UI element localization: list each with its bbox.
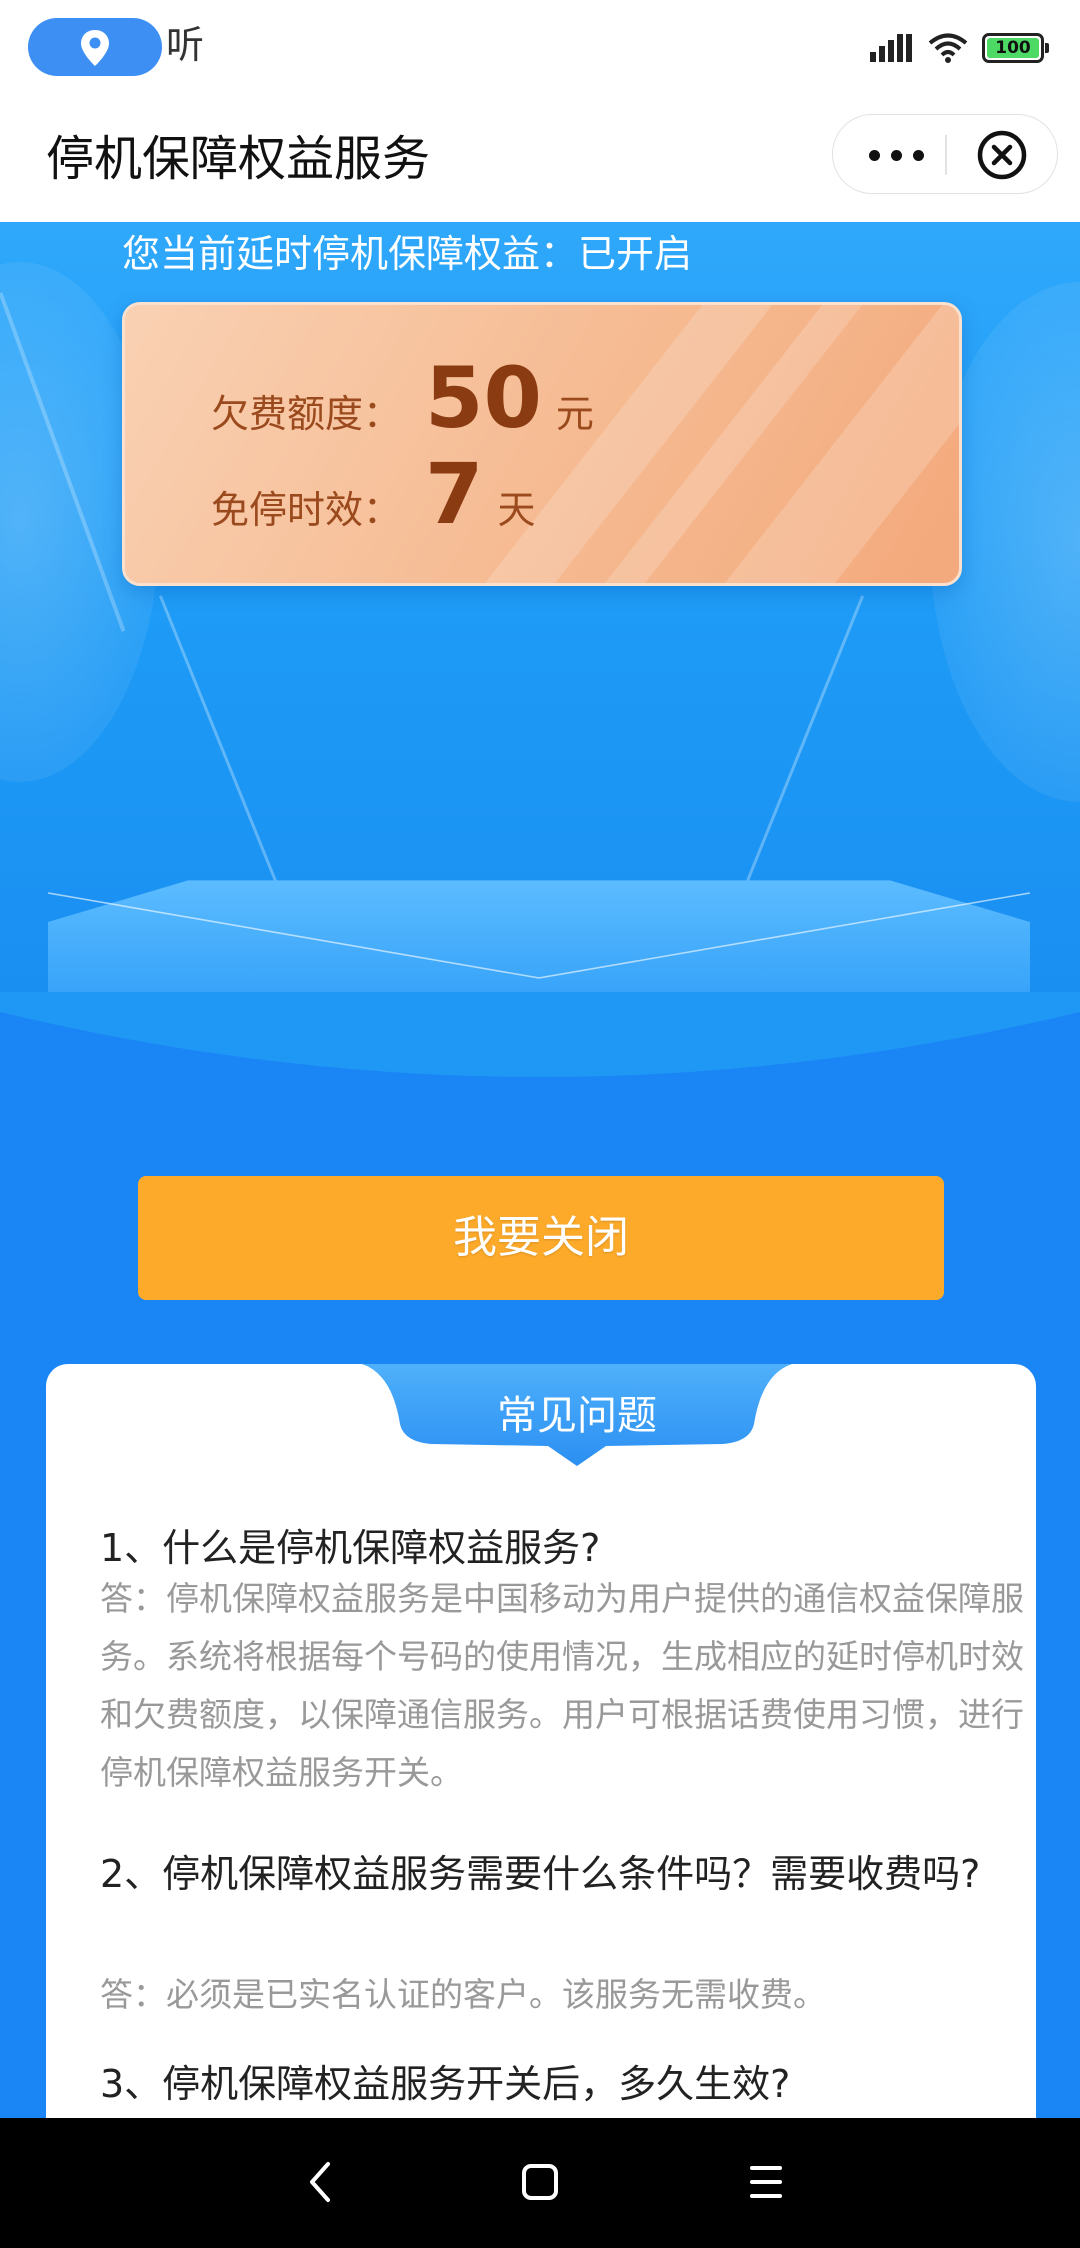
close-service-button[interactable]: 我要关闭 [138,1176,944,1300]
signal-icon [870,34,912,62]
system-nav-bar [0,2118,1080,2248]
grace-period-value: 7 [425,445,484,543]
debt-limit-row: 欠费额度： 50 元 [211,349,594,447]
battery-level: 100 [995,38,1031,58]
battery-icon: 100 [982,33,1049,63]
grace-period-label: 免停时效： [211,488,402,532]
faq-answer-1: 答：停机保障权益服务是中国移动为用户提供的通信权益保障服务。系统将根据每个号码的… [100,1579,1024,1792]
benefit-card: 欠费额度： 50 元 免停时效： 7 天 [122,302,962,586]
status-icons: 100 [870,28,1049,68]
back-icon[interactable] [300,2158,340,2206]
debt-limit-label: 欠费额度： [211,392,402,436]
capsule-divider [945,135,947,175]
faq-question-1: 1、什么是停机保障权益服务? [100,1526,601,1570]
faq-card: 常见问题 1、什么是停机保障权益服务? 答：停机保障权益服务是中国移动为用户提供… [46,1364,1036,2124]
close-icon[interactable] [976,129,1028,181]
debt-limit-value: 50 [425,349,542,447]
debt-limit-unit: 元 [555,392,594,436]
page-title: 停机保障权益服务 [46,131,431,187]
home-icon[interactable] [518,2158,562,2206]
grace-period-unit: 天 [497,488,536,532]
more-button[interactable] [867,137,925,173]
hero-section: 您当前延时停机保障权益：已开启 欠费额度： 50 元 免停时效： 7 天 [0,222,1080,1122]
service-status-text: 您当前延时停机保障权益：已开启 [122,232,693,276]
menu-icon[interactable] [746,2158,786,2206]
nav-bar: 停机保障权益服务 [0,96,1080,222]
grace-period-row: 免停时效： 7 天 [211,445,535,543]
faq-title: 常见问题 [497,1393,657,1439]
location-pill[interactable] [28,18,162,76]
faq-answer-2: 答：必须是已实名认证的客户。该服务无需收费。 [100,1975,826,2014]
faq-question-3: 3、停机保障权益服务开关后，多久生效? [100,2062,791,2106]
listen-label[interactable]: 听 [166,20,204,70]
wifi-icon [928,33,968,63]
platform-illustration [48,880,1030,1000]
location-pin-icon [81,30,109,66]
faq-question-2: 2、停机保障权益服务需要什么条件吗？需要收费吗? [100,1852,981,1896]
mini-program-capsule [832,114,1058,194]
status-bar: 听 100 [0,0,1080,96]
hero-curve [0,992,1080,1077]
